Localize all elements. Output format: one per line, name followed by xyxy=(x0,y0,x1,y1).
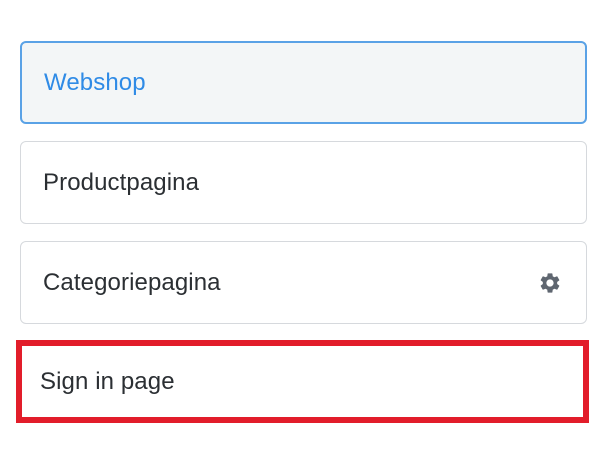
page-item-label: Sign in page xyxy=(40,367,175,395)
page-item-categoriepagina[interactable]: Categoriepagina xyxy=(20,241,587,324)
page-item-sign-in-page[interactable]: Sign in page xyxy=(16,340,589,423)
gear-icon[interactable] xyxy=(536,269,564,297)
page-list: Webshop Productpagina Categoriepagina Si… xyxy=(0,0,607,471)
page-item-webshop[interactable]: Webshop xyxy=(20,41,587,124)
page-item-label: Productpagina xyxy=(43,168,200,196)
page-item-label: Categoriepagina xyxy=(43,268,221,296)
page-item-label: Webshop xyxy=(44,68,146,96)
page-item-productpagina[interactable]: Productpagina xyxy=(20,141,587,224)
